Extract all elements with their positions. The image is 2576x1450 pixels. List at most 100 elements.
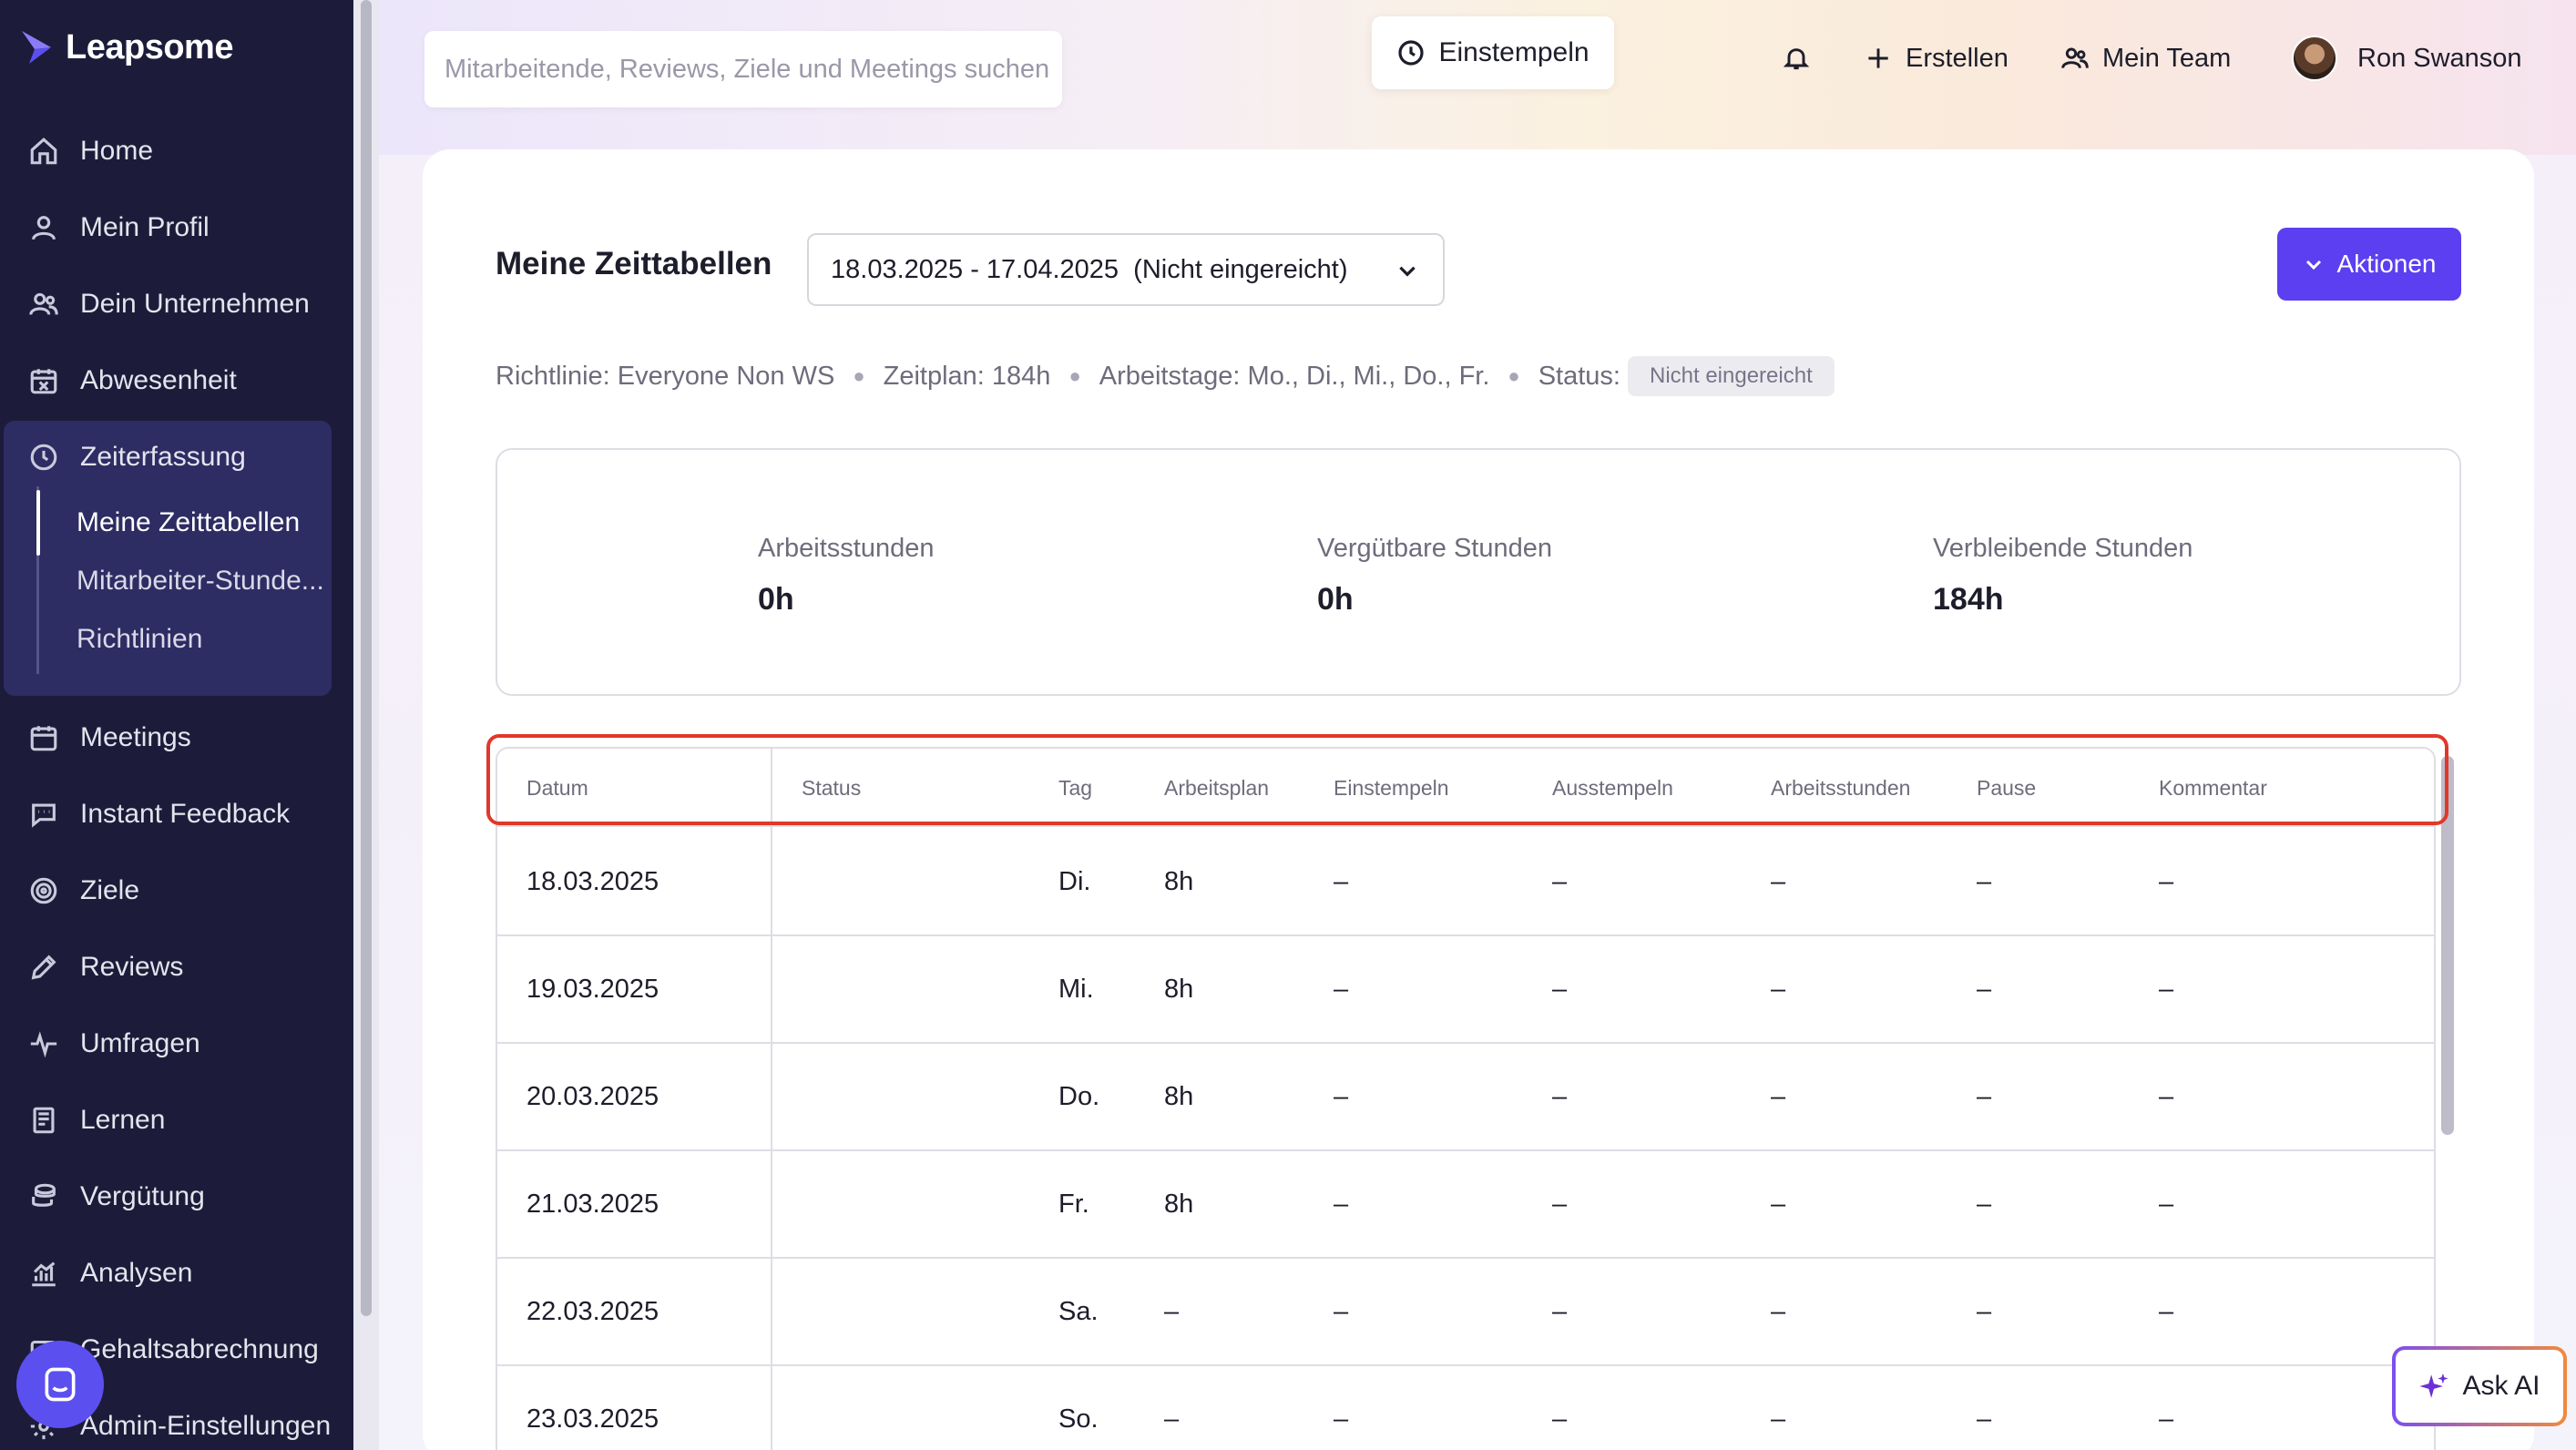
- column-header-datum[interactable]: Datum: [526, 749, 588, 827]
- cell-arbeitsplan: 8h: [1164, 1189, 1194, 1219]
- column-header-status[interactable]: Status: [802, 749, 861, 827]
- cell-ausstempeln: –: [1552, 1189, 1568, 1219]
- sidebar-item-zeiterfassung[interactable]: Zeiterfassung: [0, 423, 353, 492]
- table-scrollbar-thumb[interactable]: [2441, 756, 2454, 1135]
- global-search[interactable]: [424, 31, 1062, 107]
- bell-icon: [1783, 48, 1810, 70]
- sparkle-icon: [2419, 1373, 2449, 1398]
- cell-arbeitsplan: 8h: [1164, 974, 1194, 1004]
- cell-ausstempeln: –: [1552, 974, 1568, 1004]
- user-name: Ron Swanson: [2357, 43, 2522, 73]
- sidebar-item-label: Ziele: [80, 875, 140, 905]
- cell-datum: 18.03.2025: [526, 866, 659, 896]
- sidebar-item-reviews[interactable]: Reviews: [0, 933, 353, 1002]
- cell-ausstempeln: –: [1552, 1296, 1568, 1326]
- sidebar-item-mein-profil[interactable]: Mein Profil: [0, 193, 353, 262]
- cell-pause: –: [1977, 1081, 1992, 1111]
- sidebar-item-dein-unternehmen[interactable]: Dein Unternehmen: [0, 270, 353, 339]
- timesheet-table: Datum Status Tag Arbeitsplan Einstempeln…: [496, 747, 2436, 1450]
- cell-arbeitsstunden: –: [1771, 974, 1786, 1004]
- ask-ai-label: Ask AI: [2462, 1371, 2540, 1401]
- sidebar-item-abwesenheit[interactable]: Abwesenheit: [0, 346, 353, 415]
- table-header: Datum Status Tag Arbeitsplan Einstempeln…: [497, 749, 2434, 827]
- column-header-tag[interactable]: Tag: [1058, 749, 1092, 827]
- column-header-ausstempeln[interactable]: Ausstempeln: [1552, 749, 1673, 827]
- notifications-button[interactable]: [1782, 31, 1811, 86]
- sidebar-item-meetings[interactable]: Meetings: [0, 703, 353, 772]
- cell-tag: So.: [1058, 1404, 1099, 1434]
- workdays-text: Arbeitstage: Mo., Di., Mi., Do., Fr.: [1099, 361, 1490, 391]
- sidebar-item-label: Zeiterfassung: [80, 442, 246, 472]
- sidebar-item-ziele[interactable]: Ziele: [0, 856, 353, 925]
- sidebar-subitem-mitarbeiter-stunden[interactable]: Mitarbeiter-Stunde...: [77, 552, 332, 610]
- sidebar-item-instant-feedback[interactable]: Instant Feedback: [0, 780, 353, 849]
- sidebar-item-umfragen[interactable]: Umfragen: [0, 1009, 353, 1078]
- policy-text: Richtlinie: Everyone Non WS: [496, 361, 835, 391]
- column-header-einstempeln[interactable]: Einstempeln: [1334, 749, 1449, 827]
- sidebar-item-label: Vergütung: [80, 1181, 205, 1211]
- table-row[interactable]: 22.03.2025 Sa. – – – – – –: [497, 1259, 2434, 1366]
- user-icon: [27, 211, 60, 244]
- sidebar-item-verguetung[interactable]: Vergütung: [0, 1162, 353, 1231]
- cell-tag: Fr.: [1058, 1189, 1089, 1219]
- search-input[interactable]: [445, 54, 1062, 85]
- column-header-arbeitsstunden[interactable]: Arbeitsstunden: [1771, 749, 1910, 827]
- team-icon: [2061, 47, 2089, 69]
- sidebar-item-label: Admin-Einstellungen: [80, 1411, 332, 1441]
- cell-arbeitsplan: 8h: [1164, 1081, 1194, 1111]
- ask-ai-button[interactable]: Ask AI: [2392, 1346, 2567, 1426]
- cell-einstempeln: –: [1334, 1189, 1349, 1219]
- summary-billable-hours: Vergütbare Stunden 0h: [1317, 534, 1552, 618]
- column-header-arbeitsplan[interactable]: Arbeitsplan: [1164, 749, 1269, 827]
- stat-value: 184h: [1933, 582, 2004, 617]
- cell-arbeitsplan: 8h: [1164, 866, 1194, 896]
- schedule-text: Zeitplan: 184h: [883, 361, 1051, 391]
- timesheet-meta: Richtlinie: Everyone Non WS ● Zeitplan: …: [496, 353, 1835, 399]
- cell-einstempeln: –: [1334, 866, 1349, 896]
- cell-einstempeln: –: [1334, 974, 1349, 1004]
- actions-button[interactable]: Aktionen: [2277, 228, 2461, 301]
- cell-pause: –: [1977, 1296, 1992, 1326]
- sidebar-subitem-meine-zeittabellen[interactable]: Meine Zeittabellen: [77, 494, 332, 552]
- create-button[interactable]: Erstellen: [1864, 31, 2009, 86]
- pulse-icon: [27, 1027, 60, 1060]
- cell-arbeitsstunden: –: [1771, 866, 1786, 896]
- separator-dot: ●: [853, 364, 865, 387]
- status-badge: Nicht eingereicht: [1627, 356, 1835, 396]
- cell-kommentar: –: [2159, 974, 2174, 1004]
- separator-dot: ●: [1068, 364, 1081, 387]
- intercom-chat-button[interactable]: [16, 1341, 104, 1428]
- summary-work-hours: Arbeitsstunden 0h: [758, 534, 934, 618]
- my-team-label: Mein Team: [2102, 43, 2232, 73]
- hours-summary: Arbeitsstunden 0h Vergütbare Stunden 0h …: [496, 448, 2461, 696]
- sidebar-subitem-richtlinien[interactable]: Richtlinien: [77, 610, 332, 669]
- sidebar-item-label: Abwesenheit: [80, 365, 237, 395]
- table-row[interactable]: 20.03.2025 Do. 8h – – – – –: [497, 1044, 2434, 1151]
- chevron-down-icon: [1399, 266, 1416, 277]
- table-row[interactable]: 19.03.2025 Mi. 8h – – – – –: [497, 936, 2434, 1044]
- clock-in-button[interactable]: Einstempeln: [1372, 16, 1614, 89]
- sidebar-item-label: Gehaltsabrechnung: [80, 1334, 319, 1364]
- chart-icon: [27, 1257, 60, 1290]
- cell-kommentar: –: [2159, 1296, 2174, 1326]
- table-row[interactable]: 21.03.2025 Fr. 8h – – – – –: [497, 1151, 2434, 1259]
- sidebar-item-lernen[interactable]: Lernen: [0, 1086, 353, 1155]
- cell-tag: Di.: [1058, 866, 1091, 896]
- table-row[interactable]: 23.03.2025 So. – – – – – –: [497, 1366, 2434, 1450]
- sidebar-item-home[interactable]: Home: [0, 117, 353, 186]
- sidebar-item-analysen[interactable]: Analysen: [0, 1239, 353, 1308]
- leapsome-logo[interactable]: Leapsome: [20, 27, 233, 67]
- user-menu[interactable]: Ron Swanson: [2292, 31, 2522, 86]
- column-header-kommentar[interactable]: Kommentar: [2159, 749, 2267, 827]
- period-select[interactable]: 18.03.2025 - 17.04.2025 (Nicht eingereic…: [807, 233, 1445, 306]
- sidebar-item-label: Meetings: [80, 722, 191, 752]
- cell-ausstempeln: –: [1552, 1081, 1568, 1111]
- cell-tag: Sa.: [1058, 1296, 1099, 1326]
- sidebar-scrollbar-thumb[interactable]: [361, 0, 372, 1316]
- column-header-pause[interactable]: Pause: [1977, 749, 2036, 827]
- my-team-button[interactable]: Mein Team: [2060, 31, 2231, 86]
- sidebar-scrollbar[interactable]: [353, 0, 379, 1450]
- avatar: [2292, 36, 2337, 81]
- coins-icon: [27, 1180, 60, 1213]
- table-row[interactable]: 18.03.2025 Di. 8h – – – – –: [497, 829, 2434, 936]
